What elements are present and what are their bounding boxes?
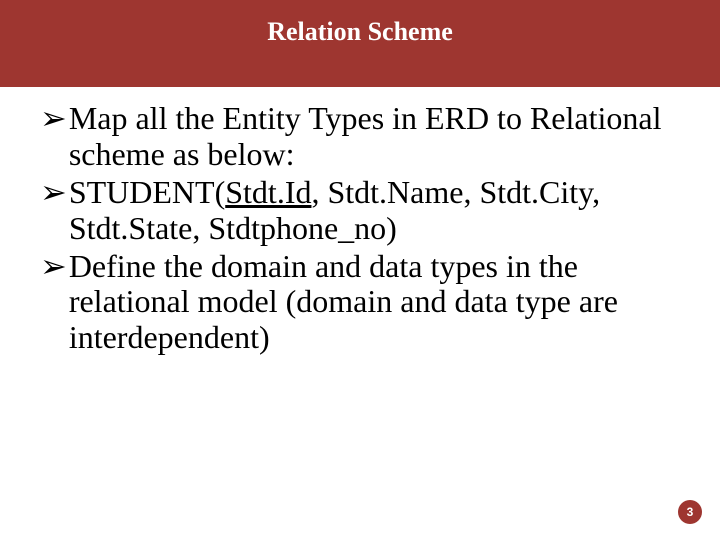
text-segment: Map all the Entity Types in ERD to Relat… (69, 100, 662, 172)
bullet-marker-icon: ➢ (40, 175, 67, 211)
bullet-item: ➢ Map all the Entity Types in ERD to Rel… (40, 101, 690, 173)
text-segment: STUDENT( (69, 174, 225, 210)
text-segment-underline: Stdt.Id (225, 174, 311, 210)
text-segment: Define the domain and data types in the … (69, 248, 618, 356)
bullet-text: STUDENT(Stdt.Id, Stdt.Name, Stdt.City, S… (69, 175, 690, 247)
bullet-marker-icon: ➢ (40, 101, 67, 137)
slide-title: Relation Scheme (267, 17, 453, 46)
bullet-text: Map all the Entity Types in ERD to Relat… (69, 101, 690, 173)
page-number-badge: 3 (678, 500, 702, 524)
bullet-item: ➢ Define the domain and data types in th… (40, 249, 690, 356)
content-area: ➢ Map all the Entity Types in ERD to Rel… (0, 87, 720, 356)
slide: Relation Scheme ➢ Map all the Entity Typ… (0, 0, 720, 540)
page-number: 3 (687, 505, 694, 519)
bullet-item: ➢ STUDENT(Stdt.Id, Stdt.Name, Stdt.City,… (40, 175, 690, 247)
bullet-text: Define the domain and data types in the … (69, 249, 690, 356)
title-bar: Relation Scheme (0, 0, 720, 87)
bullet-marker-icon: ➢ (40, 249, 67, 285)
